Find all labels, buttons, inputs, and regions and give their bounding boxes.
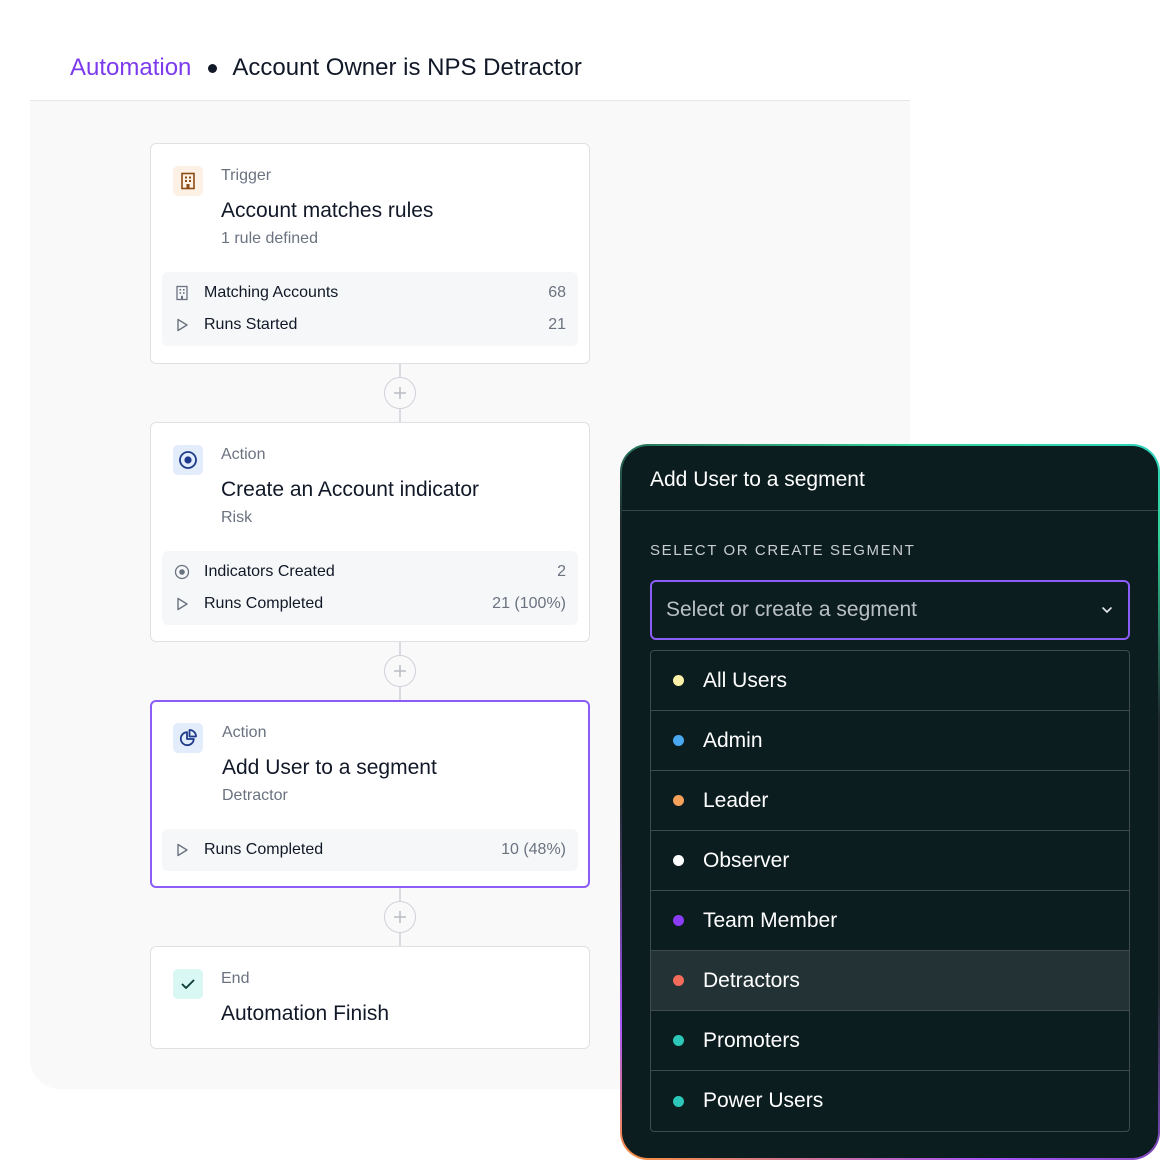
check-icon	[173, 969, 203, 999]
play-icon	[174, 596, 190, 612]
add-step-button[interactable]	[384, 901, 416, 933]
segment-color-dot	[673, 735, 684, 746]
segment-option-admin[interactable]: Admin	[651, 711, 1129, 771]
page-title: Account Owner is NPS Detractor	[232, 54, 582, 81]
add-user-segment-card[interactable]: Action Add User to a segment Detractor R…	[150, 700, 590, 888]
add-step-button[interactable]	[384, 377, 416, 409]
stat-value: 21	[548, 316, 566, 333]
select-placeholder: Select or create a segment	[666, 598, 917, 621]
segment-option-team-member[interactable]: Team Member	[651, 891, 1129, 951]
option-label: Admin	[703, 728, 763, 752]
segment-option-leader[interactable]: Leader	[651, 771, 1129, 831]
stat-value: 21 (100%)	[492, 595, 566, 612]
stat-label: Runs Started	[204, 316, 298, 333]
target-icon	[173, 445, 203, 475]
segment-option-observer[interactable]: Observer	[651, 831, 1129, 891]
segment-option-promoters[interactable]: Promoters	[651, 1011, 1129, 1071]
segment-select[interactable]: Select or create a segment	[650, 580, 1130, 640]
stat-row: Matching Accounts 68	[174, 277, 566, 309]
step-type-label: End	[221, 970, 250, 987]
segment-option-all-users[interactable]: All Users	[651, 651, 1129, 711]
step-stats: Indicators Created 2 Runs Completed 21 (…	[162, 551, 578, 625]
stat-label: Matching Accounts	[204, 284, 339, 301]
target-icon	[174, 564, 190, 580]
step-type-label: Action	[221, 446, 266, 463]
segment-color-dot	[673, 1095, 684, 1107]
breadcrumb-automation-link[interactable]: Automation	[70, 54, 191, 82]
option-label: Detractors	[703, 968, 800, 992]
plus-icon	[394, 665, 406, 677]
stat-row: Runs Completed 21 (100%)	[174, 588, 566, 620]
step-subtitle: Detractor	[222, 787, 288, 804]
segment-option-power-users[interactable]: Power Users	[651, 1071, 1129, 1131]
segment-color-dot	[673, 795, 684, 806]
add-step-button[interactable]	[384, 655, 416, 687]
segment-color-dot	[673, 1035, 684, 1046]
section-label: SELECT OR CREATE SEGMENT	[650, 542, 916, 559]
building-icon	[174, 285, 190, 301]
segment-panel-frame: Add User to a segment SELECT OR CREATE S…	[620, 444, 1160, 1160]
stat-label: Indicators Created	[204, 563, 335, 580]
option-label: All Users	[703, 668, 788, 692]
trigger-card[interactable]: Trigger Account matches rules 1 rule def…	[150, 143, 590, 364]
panel-divider	[622, 510, 1158, 511]
step-subtitle: Risk	[221, 509, 253, 526]
step-stats: Matching Accounts 68 Runs Started 21	[162, 272, 578, 346]
play-icon	[174, 842, 190, 858]
chevron-down-icon	[1102, 607, 1112, 613]
stat-value: 2	[557, 563, 566, 580]
stat-row: Runs Completed 10 (48%)	[174, 834, 566, 866]
stat-label: Runs Completed	[204, 595, 324, 612]
step-subtitle: 1 rule defined	[221, 230, 318, 247]
segment-color-dot	[673, 915, 684, 926]
stat-label: Runs Completed	[204, 841, 324, 858]
step-stats: Runs Completed 10 (48%)	[162, 829, 578, 871]
stat-value: 68	[548, 284, 566, 301]
stat-row: Runs Started 21	[174, 309, 566, 341]
step-title: Add User to a segment	[222, 756, 437, 779]
step-title: Automation Finish	[221, 1002, 390, 1025]
stat-row: Indicators Created 2	[174, 556, 566, 588]
segment-options-list: All Users Admin Leader Observer Team Mem…	[650, 650, 1130, 1132]
step-type-label: Trigger	[221, 167, 272, 184]
segment-color-dot	[673, 855, 684, 866]
stat-value: 10 (48%)	[501, 841, 566, 858]
building-icon	[173, 166, 203, 196]
option-label: Observer	[703, 848, 790, 872]
segment-option-detractors[interactable]: Detractors	[651, 951, 1129, 1011]
segment-color-dot	[673, 675, 684, 686]
panel-title: Add User to a segment	[650, 468, 865, 491]
plus-icon	[394, 911, 406, 923]
segment-panel: Add User to a segment SELECT OR CREATE S…	[622, 446, 1158, 1158]
option-label: Leader	[703, 788, 769, 812]
step-title: Create an Account indicator	[221, 478, 479, 501]
create-indicator-card[interactable]: Action Create an Account indicator Risk …	[150, 422, 590, 642]
breadcrumb: Automation Account Owner is NPS Detracto…	[70, 52, 582, 84]
option-label: Power Users	[703, 1089, 824, 1112]
plus-icon	[394, 387, 406, 399]
option-label: Team Member	[703, 908, 838, 932]
end-card[interactable]: End Automation Finish	[150, 946, 590, 1049]
step-type-label: Action	[222, 724, 267, 741]
breadcrumb-separator	[208, 63, 218, 73]
step-title: Account matches rules	[221, 199, 434, 222]
segment-color-dot	[673, 975, 684, 986]
play-icon	[174, 317, 190, 333]
pie-chart-icon	[173, 723, 203, 753]
option-label: Promoters	[703, 1028, 800, 1052]
